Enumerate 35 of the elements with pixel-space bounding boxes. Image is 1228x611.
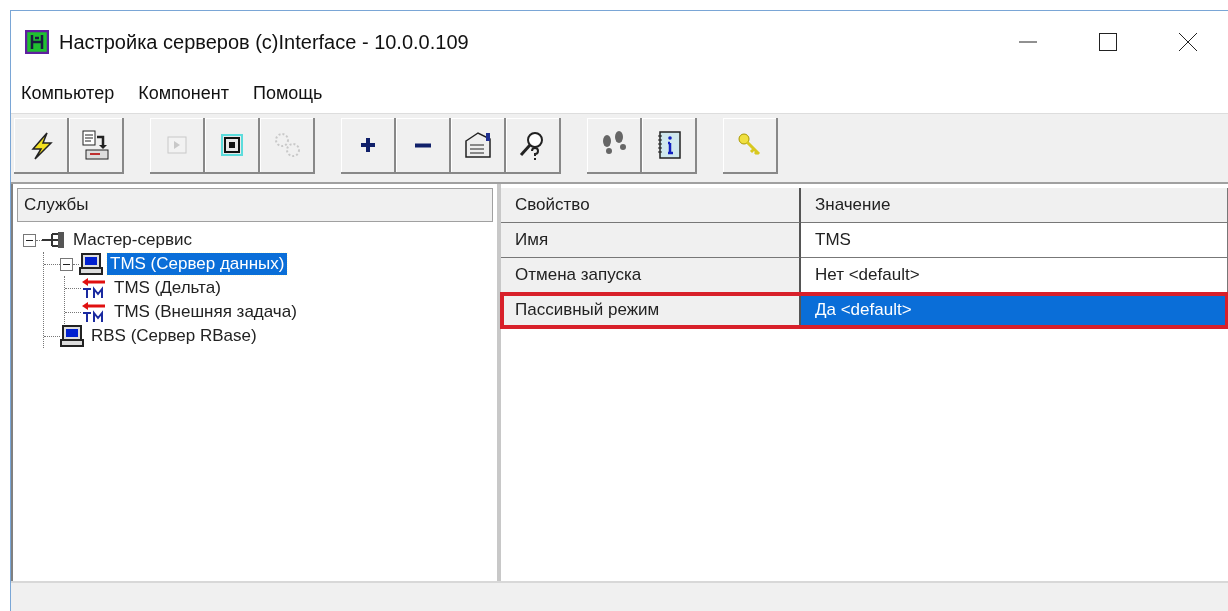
tree-item[interactable]: TMS (Внешняя задача)	[111, 301, 300, 323]
close-icon[interactable]	[1179, 33, 1197, 51]
menu-item[interactable]: Компонент	[138, 82, 229, 104]
toolbar-button[interactable]	[14, 118, 69, 174]
toolbar-button[interactable]	[506, 118, 561, 174]
property-name: Пассивный режим	[501, 293, 801, 328]
minus-icon	[414, 142, 431, 148]
toolbar-button[interactable]	[642, 118, 697, 174]
menu-item[interactable]: Помощь	[252, 82, 323, 104]
app-icon	[25, 30, 49, 54]
collapse-toggle[interactable]	[23, 233, 36, 247]
network-icon	[42, 231, 66, 249]
tree-item[interactable]: RBS (Сервер RBase)	[88, 325, 260, 347]
maximize-icon[interactable]	[1099, 33, 1117, 51]
document-arrow-icon	[79, 129, 112, 161]
column-header: Службы	[17, 188, 493, 222]
toolbar-button[interactable]	[341, 118, 396, 174]
menu-item[interactable]: Компьютер	[21, 82, 115, 104]
collapse-toggle[interactable]	[60, 257, 73, 271]
column-header: Свойство	[501, 188, 801, 223]
task-icon	[81, 301, 107, 323]
task-icon	[81, 277, 107, 299]
tree-item[interactable]: Мастер-сервис	[70, 229, 195, 251]
property-value[interactable]: Да <default>	[801, 293, 1228, 328]
property-name: Отмена запуска	[501, 258, 801, 293]
toolbar-button[interactable]	[205, 118, 260, 174]
computer-icon	[79, 253, 103, 275]
property-value[interactable]: TMS	[801, 223, 1228, 258]
toolbar-button[interactable]	[451, 118, 506, 174]
computer-icon	[60, 325, 84, 347]
column-header: Значение	[801, 188, 1228, 223]
property-name: Имя	[501, 223, 801, 258]
tree-item[interactable]: TMS (Сервер данных)	[107, 253, 288, 275]
window-title: Настройка серверов (c)Interface - 10.0.0.109	[59, 30, 470, 54]
tree-item[interactable]: TMS (Дельта)	[111, 277, 224, 299]
